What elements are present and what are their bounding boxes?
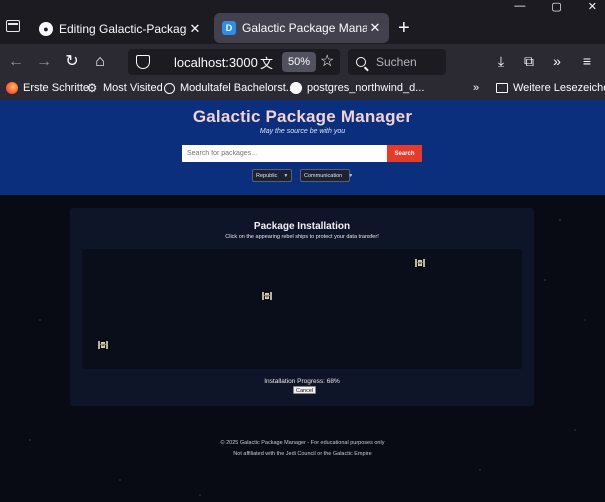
- tagline: May the source be with you: [259, 128, 346, 135]
- tab-title: Editing Galactic-Package-Manag: [59, 22, 187, 36]
- search-placeholder: Suchen: [376, 55, 417, 69]
- footer-copyright: © 2025 Galactic Package Manager - For ed…: [220, 440, 385, 446]
- category-select[interactable]: Communication ▼: [300, 169, 354, 182]
- download-icon[interactable]: ⤓: [492, 53, 510, 70]
- bookmark-most-visited[interactable]: ⚙ Most Visited: [86, 81, 163, 95]
- installation-title: Package Installation: [253, 221, 351, 232]
- select-value: Republic: [256, 172, 278, 179]
- package-search: Search: [182, 145, 422, 162]
- github-icon: ●: [39, 22, 53, 36]
- folder-icon: [496, 83, 508, 93]
- globe-icon: [164, 82, 175, 94]
- installation-panel: Package Installation Click on the appear…: [70, 208, 534, 406]
- footer-disclaimer: Not affiliated with the Jedi Council or …: [233, 451, 372, 457]
- bookmarks-toolbar: Erste Schritte ⚙ Most Visited Modultafel…: [0, 80, 605, 100]
- ship-game-area: [82, 249, 522, 369]
- bookmark-label: Modultafel Bachelorst...: [180, 82, 295, 94]
- page-content: Galactic Package Manager May the source …: [0, 100, 605, 502]
- installation-hint: Click on the appearing rebel ships to pr…: [225, 234, 379, 240]
- browser-tab-strip: ● Editing Galactic-Package-Manag ✕ D Gal…: [0, 0, 605, 44]
- faction-select[interactable]: Republic ▼: [252, 169, 292, 182]
- github-icon: [290, 82, 302, 94]
- filter-row: Republic ▼ Communication ▼: [252, 169, 354, 182]
- search-button[interactable]: Search: [387, 145, 422, 162]
- rebel-ship-icon[interactable]: [97, 339, 109, 351]
- minimize-icon[interactable]: —: [514, 0, 525, 13]
- select-value: Communication: [304, 172, 343, 179]
- window-controls: — ▢ ✕: [514, 0, 597, 13]
- search-icon: [356, 57, 366, 67]
- bookmark-postgres[interactable]: postgres_northwind_d...: [290, 82, 424, 94]
- cancel-button[interactable]: Cancel: [293, 386, 317, 394]
- bookmark-label: Most Visited: [103, 82, 163, 94]
- new-tab-button[interactable]: +: [398, 17, 410, 40]
- maximize-icon[interactable]: ▢: [551, 0, 561, 13]
- bookmark-erste-schritte[interactable]: Erste Schritte: [6, 82, 89, 94]
- tab-title: Galactic Package Manager: [242, 21, 367, 35]
- url-text[interactable]: localhost:3000: [174, 55, 258, 70]
- close-icon[interactable]: ✕: [367, 20, 383, 36]
- page-footer: © 2025 Galactic Package Manager - For ed…: [0, 438, 605, 460]
- zoom-indicator[interactable]: 50%: [282, 52, 317, 72]
- rebel-ship-icon[interactable]: [261, 290, 273, 302]
- installation-progress: Installation Progress: 68%: [264, 378, 340, 385]
- home-icon[interactable]: ⌂: [90, 52, 110, 72]
- extensions-icon[interactable]: ⧉: [520, 53, 538, 70]
- rebel-ship-icon[interactable]: [414, 257, 426, 269]
- more-tools-icon[interactable]: »: [548, 53, 566, 69]
- menu-icon[interactable]: ≡: [578, 53, 596, 69]
- search-input[interactable]: [182, 145, 387, 162]
- chevron-down-icon: ▼: [348, 172, 354, 179]
- bookmark-modultafel[interactable]: Modultafel Bachelorst...: [164, 82, 295, 94]
- reload-icon[interactable]: ↻: [62, 52, 82, 72]
- bookmarks-overflow-icon[interactable]: »: [473, 82, 479, 94]
- other-bookmarks[interactable]: Weitere Lesezeichen: [496, 82, 605, 94]
- d-icon: D: [222, 21, 236, 35]
- translate-icon[interactable]: 文: [260, 53, 273, 72]
- firefox-icon: [6, 82, 18, 94]
- chevron-down-icon: ▼: [283, 172, 289, 179]
- close-window-icon[interactable]: ✕: [588, 0, 597, 13]
- header-banner: Galactic Package Manager May the source …: [0, 100, 605, 195]
- bookmark-label: Weitere Lesezeichen: [513, 82, 605, 94]
- bookmark-label: Erste Schritte: [23, 82, 90, 94]
- shield-icon[interactable]: [136, 55, 150, 69]
- address-bar[interactable]: localhost:3000 文 50% ☆: [128, 49, 340, 75]
- gear-icon: ⚙: [86, 81, 98, 95]
- back-icon[interactable]: ←: [6, 52, 26, 72]
- bookmark-label: postgres_northwind_d...: [307, 82, 425, 94]
- bookmark-star-icon[interactable]: ☆: [320, 51, 334, 71]
- tab-galactic[interactable]: D Galactic Package Manager ✕: [214, 13, 389, 43]
- page-title: Galactic Package Manager: [192, 107, 413, 126]
- navigation-toolbar: ← → ↻ ⌂ localhost:3000 文 50% ☆ Suchen ⤓ …: [0, 44, 605, 80]
- tab-list-icon[interactable]: [6, 20, 20, 32]
- forward-icon[interactable]: →: [34, 52, 54, 72]
- tab-editing[interactable]: ● Editing Galactic-Package-Manag ✕: [31, 14, 209, 44]
- close-icon[interactable]: ✕: [187, 21, 203, 37]
- browser-search-bar[interactable]: Suchen: [348, 49, 446, 75]
